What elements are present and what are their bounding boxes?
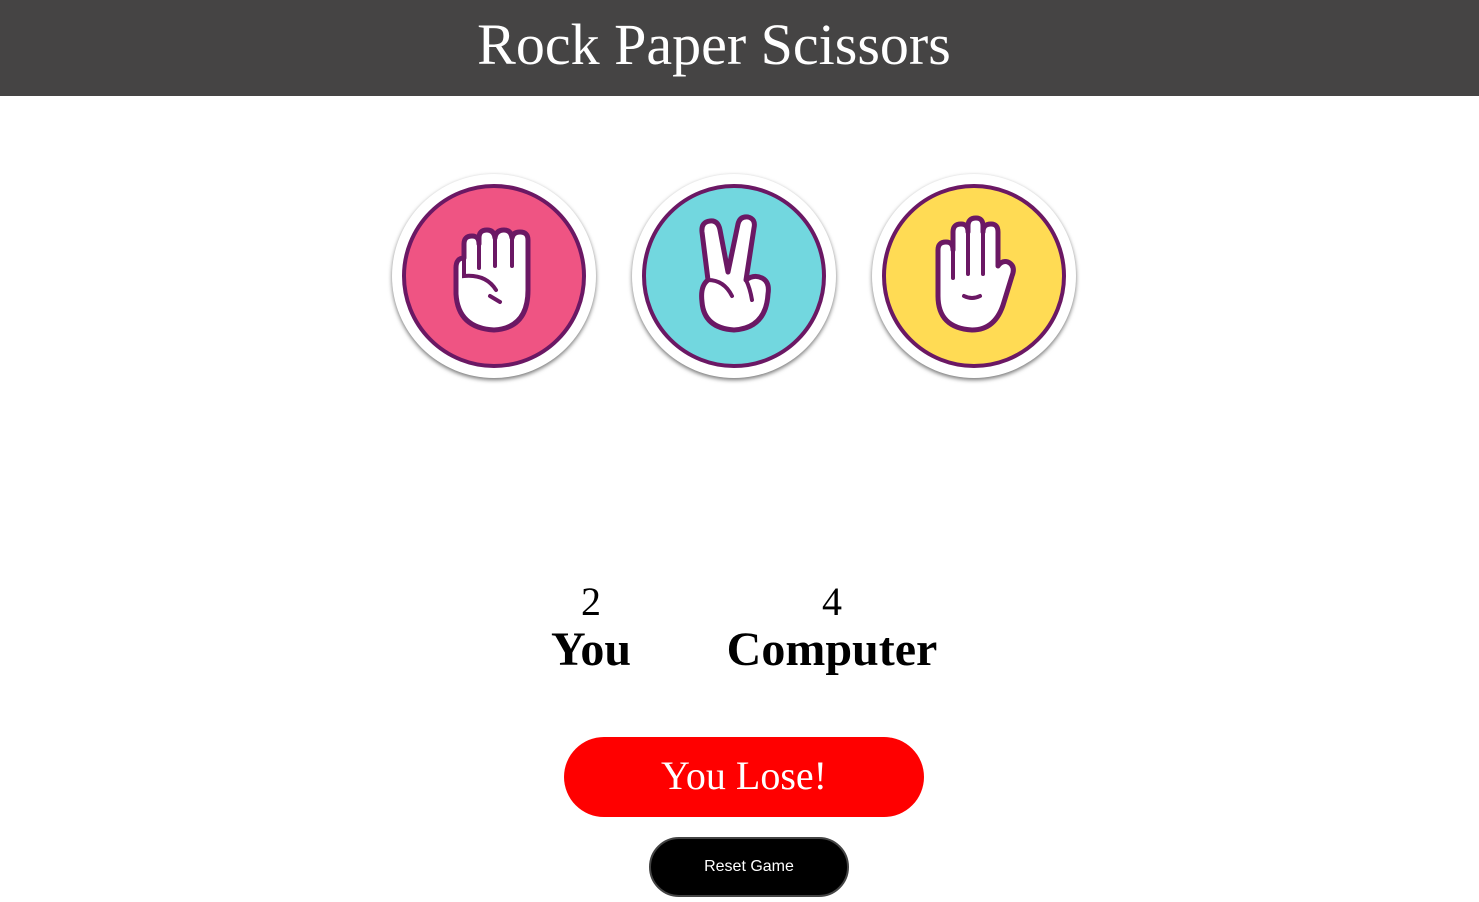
user-score: 2 You <box>531 582 651 678</box>
user-score-value: 2 <box>581 579 601 624</box>
scissors-button[interactable] <box>632 174 836 378</box>
header: Rock Paper Scissors <box>0 0 1479 96</box>
paper-button[interactable] <box>872 174 1076 378</box>
computer-score: 4 Computer <box>712 582 952 678</box>
fist-icon <box>453 227 531 333</box>
open-hand-icon <box>935 215 1016 333</box>
page-title: Rock Paper Scissors <box>477 12 951 77</box>
result-message: You Lose! <box>564 737 924 817</box>
user-score-label: You <box>550 623 632 676</box>
reset-game-button[interactable]: Reset Game <box>649 837 849 897</box>
peace-sign-icon <box>699 214 771 333</box>
computer-score-label: Computer <box>726 623 938 676</box>
computer-score-value: 4 <box>822 579 842 624</box>
rock-button[interactable] <box>392 174 596 378</box>
